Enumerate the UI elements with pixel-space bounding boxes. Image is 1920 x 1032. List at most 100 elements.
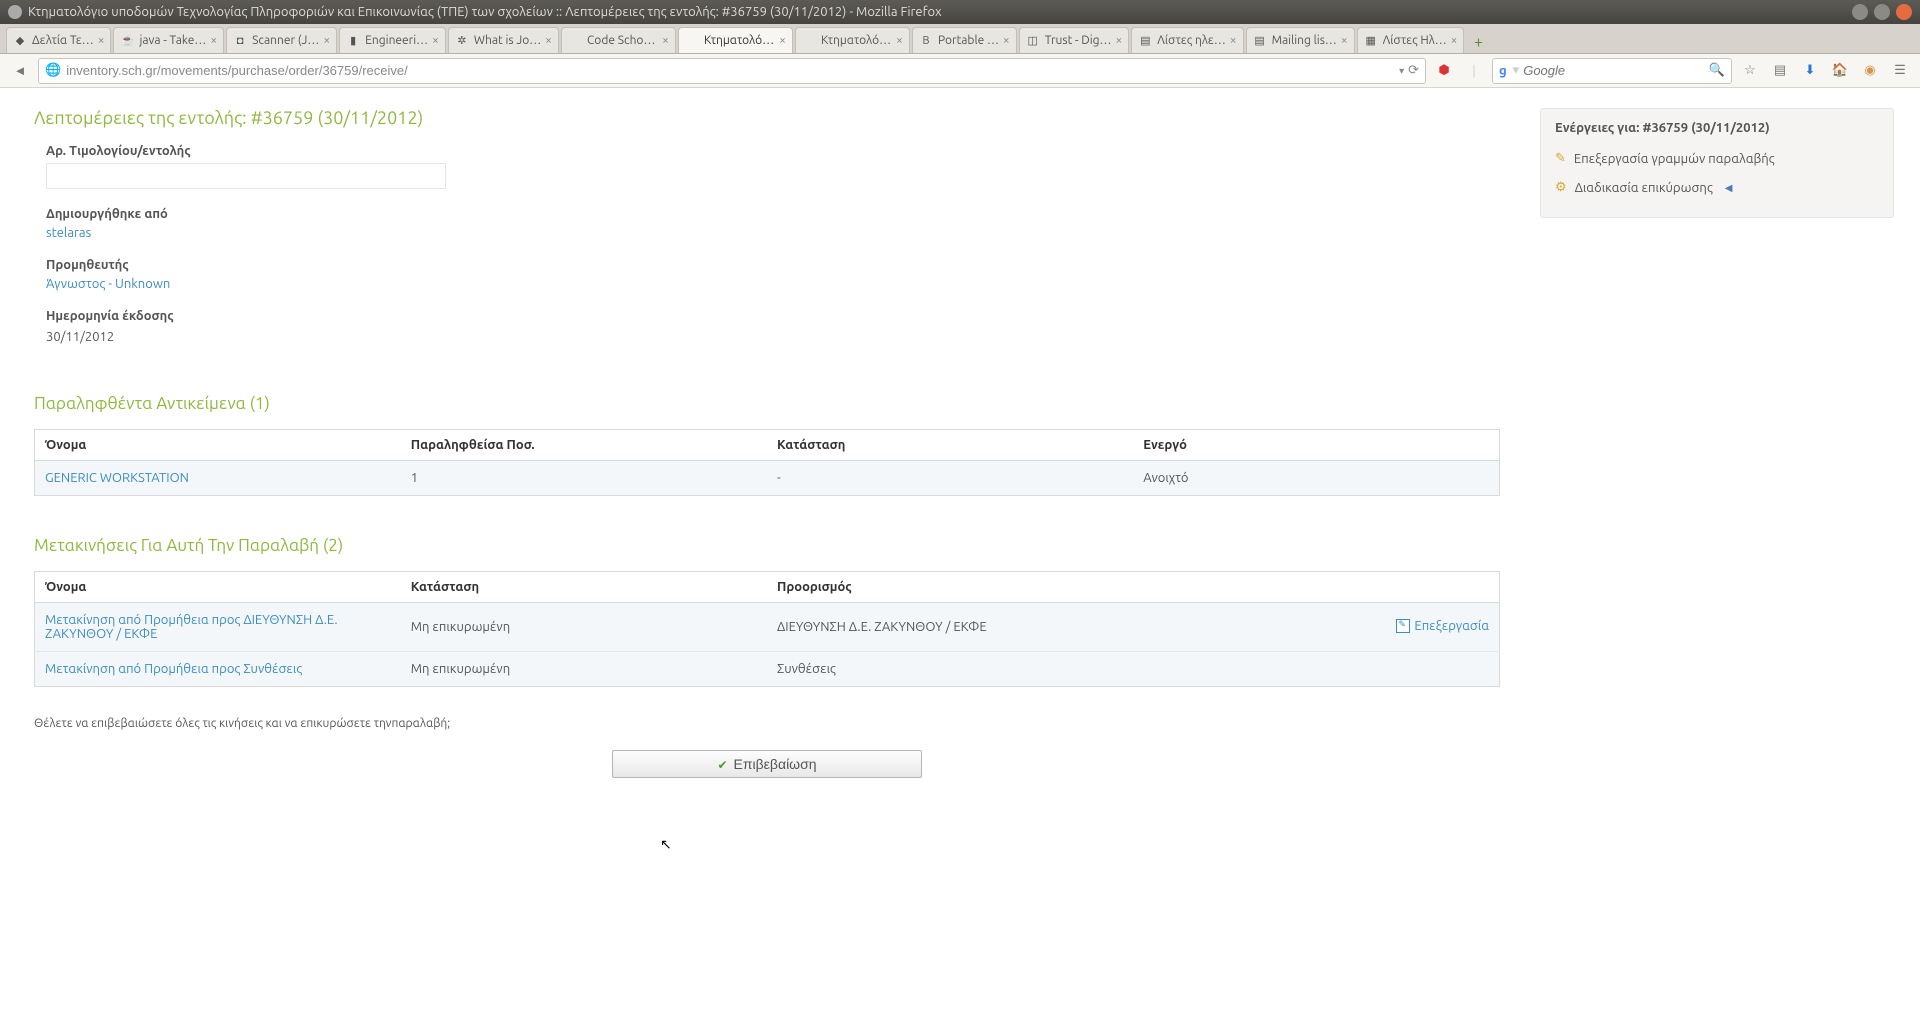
tab-label: Trust - Dig… bbox=[1045, 34, 1112, 47]
app-icon bbox=[8, 5, 22, 19]
search-button[interactable]: 🔍 bbox=[1709, 63, 1725, 78]
search-separator: ▾ bbox=[1513, 63, 1520, 78]
movement-link[interactable]: Μετακίνηση από Προμήθεια προς ΔΙΕΥΘΥΝΣΗ … bbox=[45, 613, 338, 641]
bookmark-star-icon[interactable]: ☆ bbox=[1738, 59, 1762, 83]
downloads-icon[interactable]: ⬇ bbox=[1798, 59, 1822, 83]
adblock-icon[interactable]: ⬢ bbox=[1432, 59, 1456, 83]
window-close-button[interactable] bbox=[1896, 4, 1912, 20]
tab-close-icon[interactable]: × bbox=[1116, 34, 1123, 47]
new-tab-button[interactable]: + bbox=[1466, 31, 1490, 53]
page-content: Λεπτομέρειες της εντολής: #36759 (30/11/… bbox=[0, 88, 1920, 1032]
browser-tab[interactable]: ▮Engineeri…× bbox=[339, 27, 446, 53]
browser-tab[interactable]: ◆Δελτία Τε…× bbox=[6, 27, 111, 53]
sidebar-action[interactable]: ⚙Διαδικασία επικύρωσης◀ bbox=[1555, 176, 1879, 205]
tab-favicon: ◆ bbox=[13, 34, 27, 48]
tab-favicon: ☕ bbox=[120, 34, 134, 48]
browser-tab[interactable]: Κτηματολόγι…× bbox=[678, 27, 793, 53]
order-heading: Λεπτομέρειες της εντολής: #36759 (30/11/… bbox=[34, 108, 1500, 128]
tab-close-icon[interactable]: × bbox=[432, 34, 439, 47]
url-input[interactable] bbox=[66, 63, 1395, 78]
col-mv-name: Όνομα bbox=[35, 572, 401, 603]
edit-link[interactable]: Επεξεργασία bbox=[1396, 619, 1489, 633]
browser-tab-strip: ◆Δελτία Τε…×☕java - Take…×◘Scanner (J…×▮… bbox=[0, 24, 1920, 54]
reload-button[interactable]: ⟳ bbox=[1408, 63, 1419, 78]
menu-button[interactable]: ☰ bbox=[1888, 59, 1912, 83]
tab-close-icon[interactable]: × bbox=[323, 34, 330, 47]
extension-icon[interactable]: ◉ bbox=[1858, 59, 1882, 83]
col-mv-status: Κατάσταση bbox=[401, 572, 767, 603]
browser-tab[interactable]: Κτηματολόγι… × bbox=[795, 27, 910, 53]
item-link[interactable]: GENERIC WORKSTATION bbox=[45, 471, 189, 485]
received-items-table: Όνομα Παραληφθείσα Ποσ. Κατάσταση Ενεργό… bbox=[34, 429, 1500, 496]
actions-box: Ενέργειες για: #36759 (30/11/2012) ✎Επεξ… bbox=[1540, 108, 1894, 218]
window-minimize-button[interactable] bbox=[1852, 4, 1868, 20]
browser-tab[interactable]: ▤Mailing lis…× bbox=[1246, 27, 1355, 53]
browser-tab[interactable]: ▤ Λίστες ηλε… × bbox=[1131, 27, 1243, 53]
confirm-button[interactable]: Επιβεβαίωση bbox=[612, 750, 922, 778]
window-maximize-button[interactable] bbox=[1874, 4, 1890, 20]
movement-status: Μη επικυρωμένη bbox=[401, 603, 767, 652]
url-dropdown-icon[interactable]: ▾ bbox=[1399, 65, 1404, 77]
search-bar[interactable]: g ▾ 🔍 bbox=[1492, 58, 1732, 84]
tab-favicon: ◘ bbox=[233, 34, 247, 48]
item-qty: 1 bbox=[401, 461, 767, 496]
tab-label: Κτηματολόγι… bbox=[821, 34, 892, 47]
window-titlebar: Κτηματολόγιο υποδομών Τεχνολογίας Πληροφ… bbox=[0, 0, 1920, 24]
tab-close-icon[interactable]: × bbox=[1451, 34, 1458, 47]
browser-tab[interactable]: ◫Trust - Dig…× bbox=[1019, 27, 1130, 53]
browser-tab[interactable]: ▦Λίστες Ηλ…× bbox=[1357, 27, 1465, 53]
tab-favicon: ▤ bbox=[1253, 34, 1267, 48]
col-qty: Παραληφθείσα Ποσ. bbox=[401, 430, 767, 461]
nav-separator: | bbox=[1462, 59, 1486, 83]
tab-close-icon[interactable]: × bbox=[98, 34, 105, 47]
browser-tab[interactable]: ☕ java - Take… × bbox=[113, 27, 224, 53]
browser-tab[interactable]: ◘Scanner (J…× bbox=[226, 27, 337, 53]
tab-close-icon[interactable]: × bbox=[896, 34, 903, 47]
issue-date-label: Ημερομηνία έκδοσης bbox=[46, 309, 1500, 323]
edit-icon bbox=[1396, 619, 1410, 633]
tab-close-icon[interactable]: × bbox=[545, 34, 552, 47]
address-bar[interactable]: 🌐 ▾ ⟳ bbox=[38, 58, 1426, 84]
window-title: Κτηματολόγιο υποδομών Τεχνολογίας Πληροφ… bbox=[28, 5, 942, 19]
browser-tab[interactable]: BPortable …× bbox=[912, 27, 1017, 53]
sidebar-action[interactable]: ✎Επεξεργασία γραμμών παραλαβής bbox=[1555, 147, 1879, 176]
tab-close-icon[interactable]: × bbox=[1003, 34, 1010, 47]
invoice-label: Αρ. Τιμολογίου/εντολής bbox=[46, 144, 1500, 158]
table-row: GENERIC WORKSTATION1-Ανοιχτό bbox=[35, 461, 1500, 496]
created-by-field: Δημιουργήθηκε από stelaras bbox=[34, 207, 1500, 240]
tab-close-icon[interactable]: × bbox=[662, 34, 669, 47]
browser-tab[interactable]: Code School -…× bbox=[561, 27, 676, 53]
tab-close-icon[interactable]: × bbox=[1230, 34, 1237, 47]
actions-heading: Ενέργειες για: #36759 (30/11/2012) bbox=[1555, 121, 1879, 135]
tab-favicon: ▤ bbox=[1138, 34, 1152, 48]
col-name: Όνομα bbox=[35, 430, 401, 461]
gear-icon: ⚙ bbox=[1555, 180, 1567, 195]
tab-close-icon[interactable]: × bbox=[210, 34, 217, 47]
movement-link[interactable]: Μετακίνηση από Προμήθεια προς Συνθέσεις bbox=[45, 662, 302, 676]
tab-favicon bbox=[685, 34, 699, 48]
library-icon[interactable]: ▤ bbox=[1768, 59, 1792, 83]
tab-favicon: ▮ bbox=[346, 34, 360, 48]
sidebar-action-label[interactable]: Επεξεργασία γραμμών παραλαβής bbox=[1574, 152, 1775, 166]
cursor-icon: ↖ bbox=[660, 836, 672, 853]
supplier-link[interactable]: Άγνωστος - Unknown bbox=[46, 277, 170, 291]
tab-close-icon[interactable]: × bbox=[779, 34, 786, 47]
back-button[interactable]: ◄ bbox=[8, 59, 32, 83]
movement-dest: ΔΙΕΥΘΥΝΣΗ Δ.Ε. ΖΑΚΥΝΘΟΥ / ΕΚΦΕ bbox=[767, 603, 1280, 652]
created-by-link[interactable]: stelaras bbox=[46, 226, 91, 240]
home-button[interactable]: 🏠 bbox=[1828, 59, 1852, 83]
table-row: Μετακίνηση από Προμήθεια προς ΣυνθέσειςΜ… bbox=[35, 652, 1500, 687]
main-column: Λεπτομέρειες της εντολής: #36759 (30/11/… bbox=[0, 108, 1540, 992]
tab-label: Λίστες ηλε… bbox=[1157, 34, 1226, 47]
sidebar-action-label[interactable]: Διαδικασία επικύρωσης bbox=[1575, 181, 1713, 195]
browser-navbar: ◄ 🌐 ▾ ⟳ ⬢ | g ▾ 🔍 ☆ ▤ ⬇ 🏠 ◉ ☰ bbox=[0, 54, 1920, 88]
browser-tab[interactable]: ✲What is Jo…× bbox=[448, 27, 559, 53]
tab-close-icon[interactable]: × bbox=[1341, 34, 1348, 47]
tab-favicon bbox=[802, 34, 816, 48]
search-input[interactable] bbox=[1523, 63, 1709, 78]
google-icon: g bbox=[1499, 64, 1507, 78]
supplier-label: Προμηθευτής bbox=[46, 258, 1500, 272]
issue-date-field: Ημερομηνία έκδοσης 30/11/2012 bbox=[34, 309, 1500, 354]
issue-date-value: 30/11/2012 bbox=[46, 328, 446, 354]
tab-label: java - Take… bbox=[139, 34, 206, 47]
